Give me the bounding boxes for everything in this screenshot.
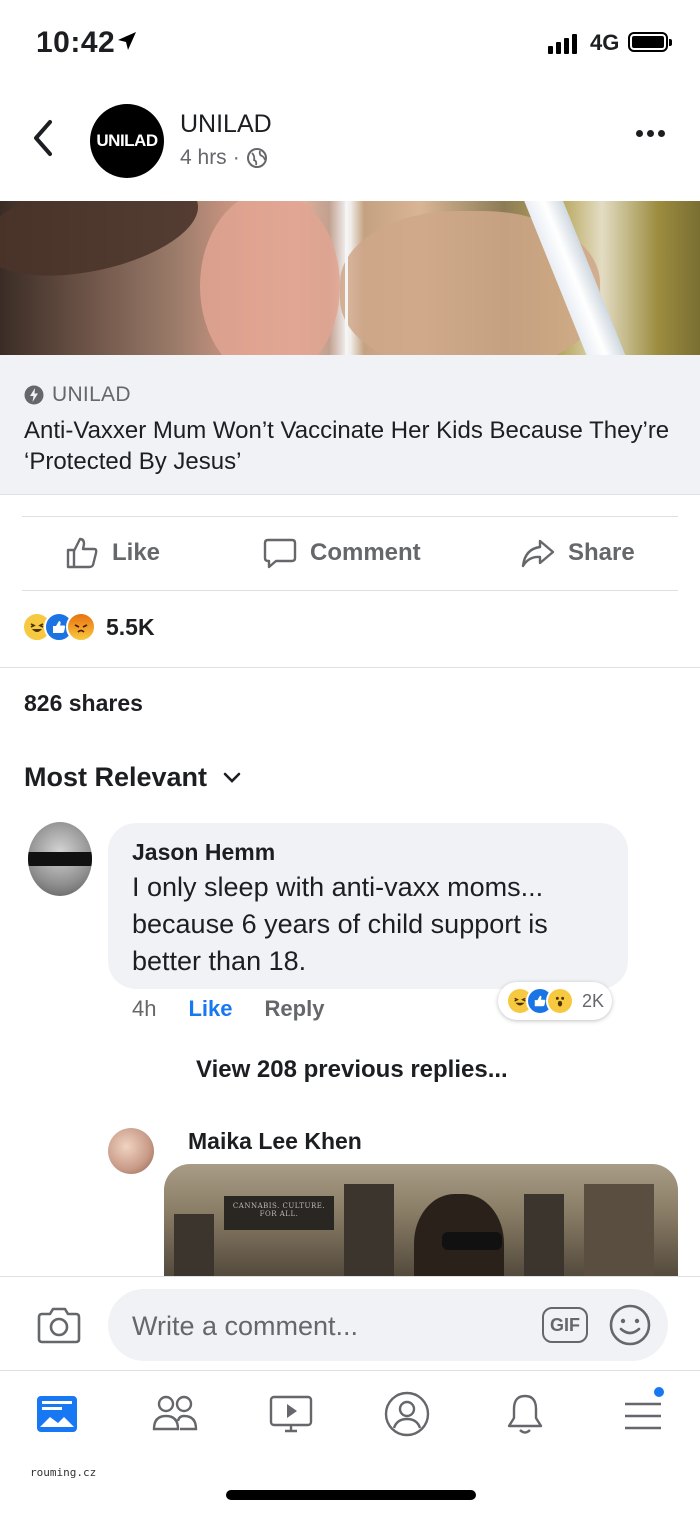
- gif-sign-text: CANNABIS. CULTURE. FOR ALL.: [224, 1196, 334, 1230]
- hamburger-menu-icon: [625, 1402, 661, 1430]
- gif-button[interactable]: GIF: [542, 1307, 588, 1343]
- shares-count[interactable]: 826 shares: [24, 690, 143, 717]
- tab-notifications[interactable]: [500, 1389, 550, 1439]
- reply-author[interactable]: Maika Lee Khen: [188, 1128, 362, 1155]
- wow-reaction-icon: [546, 987, 574, 1015]
- comment-reaction-count: 2K: [582, 990, 605, 1011]
- globe-icon: [246, 148, 267, 168]
- menu-notification-dot: [652, 1385, 666, 1399]
- network-type: 4G: [590, 30, 620, 55]
- camera-icon[interactable]: [36, 1305, 82, 1345]
- page-name[interactable]: UNILAD: [180, 110, 272, 139]
- like-label: Like: [112, 539, 161, 566]
- signal-bars-icon: [548, 34, 577, 54]
- divider: [22, 590, 678, 591]
- bell-icon: [507, 1394, 543, 1434]
- reactions-summary[interactable]: 5.5K: [22, 612, 155, 642]
- back-chevron-icon[interactable]: [28, 118, 58, 158]
- link-preview-image[interactable]: [0, 201, 700, 355]
- like-button[interactable]: Like: [64, 535, 160, 571]
- location-arrow-icon: [118, 32, 136, 50]
- comment-time: 4h: [132, 996, 157, 1021]
- friends-icon: [152, 1395, 198, 1431]
- more-options-icon[interactable]: [636, 130, 665, 137]
- reply-author-avatar[interactable]: [108, 1128, 154, 1174]
- share-arrow-icon: [521, 539, 555, 568]
- link-title[interactable]: Anti-Vaxxer Mum Won’t Vaccinate Her Kids…: [24, 415, 684, 477]
- emoji-smiley-icon[interactable]: [608, 1303, 652, 1347]
- thumbs-up-icon: [66, 537, 98, 569]
- comment-text: I only sleep with anti-vaxx moms... beca…: [132, 872, 548, 976]
- tab-menu[interactable]: [618, 1385, 668, 1439]
- post-action-bar: Like Comment Share: [0, 517, 700, 590]
- news-feed-icon: [37, 1396, 77, 1432]
- meta-separator: ·: [232, 146, 240, 169]
- post-header: UNILAD UNILAD 4 hrs ·: [0, 92, 700, 200]
- link-source: UNILAD: [24, 383, 131, 407]
- reaction-count: 5.5K: [106, 613, 155, 640]
- status-time: 10:42: [36, 26, 116, 59]
- divider: [0, 667, 700, 668]
- bottom-tab-bar: [0, 1370, 700, 1454]
- comment-input-placeholder: Write a comment...: [132, 1311, 359, 1341]
- watermark: rouming.cz: [30, 1466, 97, 1479]
- tab-profile[interactable]: [382, 1389, 432, 1439]
- avatar-logo-text: UNILAD: [96, 131, 158, 150]
- home-indicator[interactable]: [226, 1490, 476, 1500]
- comment-bubble-icon: [263, 538, 297, 569]
- angry-reaction-icon: [66, 612, 96, 642]
- comment-reply-button[interactable]: Reply: [265, 996, 325, 1022]
- chevron-down-icon: [223, 772, 241, 783]
- post-meta: 4 hrs ·: [180, 146, 268, 170]
- tab-news-feed[interactable]: [32, 1389, 82, 1439]
- profile-icon: [384, 1391, 430, 1437]
- sort-label: Most Relevant: [24, 762, 208, 792]
- watch-video-icon: [269, 1395, 313, 1433]
- page-avatar[interactable]: UNILAD: [90, 104, 164, 178]
- comment-bubble[interactable]: Jason Hemm I only sleep with anti-vaxx m…: [108, 823, 628, 989]
- comment-meta: 4h Like Reply: [132, 996, 324, 1022]
- comment-composer: Write a comment... GIF: [0, 1276, 700, 1370]
- comment-input[interactable]: Write a comment... GIF: [108, 1289, 668, 1361]
- battery-icon: [628, 32, 672, 52]
- comment-like-button[interactable]: Like: [188, 996, 232, 1022]
- view-previous-replies-link[interactable]: View 208 previous replies...: [196, 1056, 508, 1084]
- comment-button[interactable]: Comment: [262, 535, 421, 571]
- comment-label: Comment: [310, 539, 421, 566]
- share-button[interactable]: Share: [520, 535, 635, 571]
- comment-author[interactable]: Jason Hemm: [132, 839, 275, 866]
- comment-reactions[interactable]: 2K: [498, 982, 613, 1020]
- commenter-avatar[interactable]: [28, 822, 92, 896]
- gif-label: GIF: [550, 1314, 580, 1335]
- link-source-label: UNILAD: [52, 383, 131, 406]
- post-time: 4 hrs: [180, 146, 227, 169]
- tab-friends[interactable]: [150, 1389, 200, 1439]
- tab-watch[interactable]: [266, 1389, 316, 1439]
- instant-article-bolt-icon: [24, 385, 44, 405]
- comment-sort-dropdown[interactable]: Most Relevant: [24, 762, 241, 793]
- share-label: Share: [568, 539, 635, 566]
- link-preview-box[interactable]: UNILAD Anti-Vaxxer Mum Won’t Vaccinate H…: [0, 355, 700, 495]
- reply-gif-image[interactable]: CANNABIS. CULTURE. FOR ALL.: [164, 1164, 678, 1284]
- status-bar: 10:42 4G: [0, 0, 700, 88]
